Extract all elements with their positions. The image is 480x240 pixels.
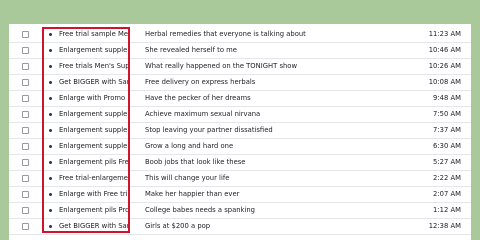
email-row[interactable]: Enlargement supple Stop leaving your part… — [9, 123, 471, 139]
unread-dot-icon — [49, 81, 52, 84]
select-checkbox[interactable] — [22, 175, 29, 182]
email-row[interactable]: Enlargement pils Pro College babes needs … — [9, 203, 471, 219]
email-time: 1:12 AM — [433, 206, 461, 214]
select-checkbox[interactable] — [22, 143, 29, 150]
email-time: 10:46 AM — [428, 46, 461, 54]
unread-dot-icon — [49, 225, 52, 228]
email-subject[interactable]: Have the pecker of her dreams — [145, 94, 385, 102]
email-row[interactable]: Enlargement supple Grow a long and hard o… — [9, 139, 471, 155]
email-subject[interactable]: Boob jobs that look like these — [145, 158, 385, 166]
email-sender: Get BIGGER with Sar — [59, 78, 130, 86]
email-time: 7:50 AM — [433, 110, 461, 118]
email-sender: Free trial-enlargeme — [59, 174, 128, 182]
email-subject[interactable]: Stop leaving your partner dissatisfied — [145, 126, 385, 134]
email-row[interactable]: Enlarge with Free tri Make her happier th… — [9, 187, 471, 203]
email-subject[interactable]: Girls at $200 a pop — [145, 222, 385, 230]
email-subject[interactable]: Make her happier than ever — [145, 190, 385, 198]
unread-dot-icon — [49, 193, 52, 196]
unread-dot-icon — [49, 145, 52, 148]
email-sender: Free trials Men's Sup — [59, 62, 130, 70]
email-subject[interactable]: Achieve maximum sexual nirvana — [145, 110, 385, 118]
select-checkbox[interactable] — [22, 223, 29, 230]
email-sender: Enlarge with Free tri — [59, 190, 128, 198]
email-subject[interactable]: She revealed herself to me — [145, 46, 385, 54]
email-row[interactable]: Get BIGGER with Sar Girls at $200 a pop 12… — [9, 219, 471, 235]
email-time: 10:26 AM — [428, 62, 461, 70]
unread-dot-icon — [49, 65, 52, 68]
unread-dot-icon — [49, 161, 52, 164]
unread-dot-icon — [49, 97, 52, 100]
select-checkbox[interactable] — [22, 111, 29, 118]
email-row[interactable]: Enlargement pils Fre Boob jobs that look … — [9, 155, 471, 171]
email-sender: Free trial sample Me — [59, 30, 129, 38]
email-time: 2:22 AM — [433, 174, 461, 182]
email-sender: Enlargement pils Fre — [59, 158, 129, 166]
select-checkbox[interactable] — [22, 127, 29, 134]
email-time: 6:30 AM — [433, 142, 461, 150]
email-time: 2:07 AM — [433, 190, 461, 198]
email-row[interactable]: Enlargement supple Achieve maximum sexual… — [9, 107, 471, 123]
select-checkbox[interactable] — [22, 47, 29, 54]
select-checkbox[interactable] — [22, 207, 29, 214]
unread-dot-icon — [49, 113, 52, 116]
email-row[interactable]: Free trials Men's Sup What really happene… — [9, 59, 471, 75]
email-row[interactable]: Enlarge with Promo Have the pecker of her… — [9, 91, 471, 107]
email-time: 12:38 AM — [428, 222, 461, 230]
email-time: 11:23 AM — [428, 30, 461, 38]
email-time: 9:48 AM — [433, 94, 461, 102]
select-checkbox[interactable] — [22, 79, 29, 86]
unread-dot-icon — [49, 177, 52, 180]
select-checkbox[interactable] — [22, 95, 29, 102]
email-sender: Enlargement supple — [59, 110, 128, 118]
email-time: 10:08 AM — [428, 78, 461, 86]
email-row[interactable]: Free trial-enlargeme This will change you… — [9, 171, 471, 187]
email-subject[interactable]: Free delivery on express herbals — [145, 78, 385, 86]
unread-dot-icon — [49, 209, 52, 212]
select-checkbox[interactable] — [22, 63, 29, 70]
email-subject[interactable]: This will change your life — [145, 174, 385, 182]
email-row[interactable]: Enlargement supple She revealed herself t… — [9, 43, 471, 59]
unread-dot-icon — [49, 33, 52, 36]
email-sender: Enlarge with Promo — [59, 94, 126, 102]
unread-dot-icon — [49, 129, 52, 132]
email-row[interactable]: Get BIGGER with Sar Free delivery on expr… — [9, 75, 471, 91]
email-subject[interactable]: Grow a long and hard one — [145, 142, 385, 150]
email-time: 7:37 AM — [433, 126, 461, 134]
unread-dot-icon — [49, 49, 52, 52]
email-sender: Get BIGGER with Sar — [59, 222, 130, 230]
email-time: 5:27 AM — [433, 158, 461, 166]
email-sender: Enlargement supple — [59, 46, 128, 54]
select-checkbox[interactable] — [22, 191, 29, 198]
email-sender: Enlargement supple — [59, 142, 128, 150]
email-sender: Enlargement supple — [59, 126, 128, 134]
email-list-panel: Free trial sample Me Herbal remedies that… — [9, 24, 471, 240]
select-checkbox[interactable] — [22, 159, 29, 166]
email-row[interactable]: Free trial sample Me Herbal remedies that… — [9, 27, 471, 43]
email-subject[interactable]: What really happened on the TONIGHT show — [145, 62, 385, 70]
select-checkbox[interactable] — [22, 31, 29, 38]
email-subject[interactable]: College babes needs a spanking — [145, 206, 385, 214]
email-sender: Enlargement pils Pro — [59, 206, 130, 214]
email-subject[interactable]: Herbal remedies that everyone is talking… — [145, 30, 385, 38]
